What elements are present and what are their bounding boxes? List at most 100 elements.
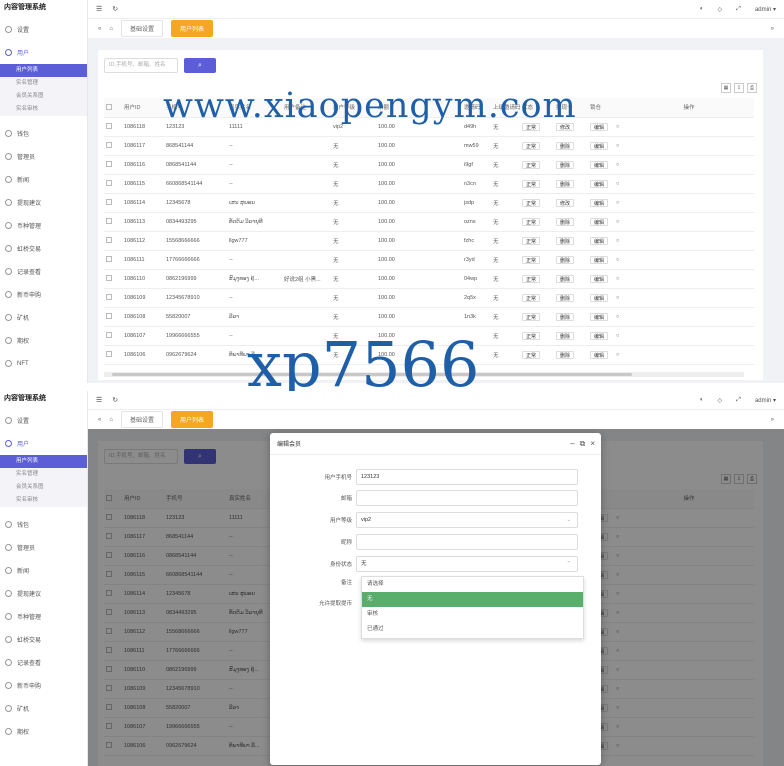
fullscreen-icon[interactable]: ⤢ — [736, 6, 741, 13]
submenu-audit[interactable]: 实名审核 — [0, 103, 87, 116]
level-select[interactable]: vip2 ⌄ — [356, 512, 578, 528]
tab-user-list[interactable]: 用户列表 — [170, 411, 213, 428]
menu-miner[interactable]: 矿机 — [0, 697, 87, 720]
email-input[interactable] — [356, 490, 578, 506]
cell-tag[interactable]: 编辑 — [590, 312, 609, 321]
menu-settings[interactable]: 设置 — [0, 18, 87, 41]
row-checkbox[interactable] — [104, 136, 122, 156]
submenu-user-list[interactable]: 用户列表 — [0, 64, 87, 77]
submenu-user-list[interactable]: 用户列表 — [0, 455, 87, 468]
menu-records[interactable]: 记录查看 — [0, 651, 87, 674]
cell-tag[interactable]: 修改 — [556, 198, 575, 207]
menu-user[interactable]: 用户 — [0, 41, 87, 64]
cell-tag[interactable]: 删除 — [556, 160, 575, 169]
cell-tag[interactable]: 删除 — [556, 141, 575, 150]
submenu-relation[interactable]: 会员关系图 — [0, 481, 87, 494]
tab-user-list[interactable]: 用户列表 — [170, 20, 213, 37]
cell-tag[interactable]: 删除 — [556, 350, 575, 359]
phone-input[interactable]: 123123 — [356, 469, 578, 485]
menu-settings[interactable]: 设置 — [0, 409, 87, 432]
row-checkbox[interactable] — [104, 174, 122, 194]
option-review[interactable]: 审核 — [362, 607, 583, 622]
nickname-input[interactable] — [356, 534, 578, 550]
menu-withdraw[interactable]: 提现建议 — [0, 582, 87, 605]
menu-wallet[interactable]: 钱包 — [0, 122, 87, 145]
cell-tag[interactable]: 删除 — [556, 179, 575, 188]
row-checkbox[interactable] — [104, 250, 122, 270]
submenu-audit[interactable]: 实名审核 — [0, 494, 87, 507]
search-button[interactable]: ⌕ — [184, 58, 216, 73]
menu-withdraw[interactable]: 提现建议 — [0, 191, 87, 214]
fullscreen-icon[interactable]: ⤢ — [736, 397, 741, 404]
print-icon[interactable]: ⎙ — [747, 83, 757, 93]
row-checkbox[interactable] — [104, 193, 122, 213]
double-left-icon[interactable]: « — [98, 26, 101, 32]
status-select[interactable]: 无 ⌃ — [356, 556, 578, 572]
cell-tag[interactable]: 删除 — [556, 331, 575, 340]
cell-tag[interactable]: 删除 — [556, 274, 575, 283]
row-checkbox[interactable] — [104, 269, 122, 289]
menu-news[interactable]: 新闻 — [0, 168, 87, 191]
user-menu[interactable]: admin ▾ — [755, 6, 776, 13]
menu-coins[interactable]: 币种管理 — [0, 214, 87, 237]
row-checkbox[interactable] — [104, 288, 122, 308]
refresh-icon[interactable]: ↻ — [112, 396, 118, 404]
hamburger-icon[interactable]: ☰ — [96, 396, 102, 404]
menu-nft[interactable]: NFT — [0, 352, 87, 375]
cell-tag[interactable]: 编辑 — [590, 217, 609, 226]
tab-base[interactable]: 基础设置 — [120, 411, 163, 428]
select-all-checkbox[interactable] — [104, 98, 122, 118]
row-checkbox[interactable] — [104, 155, 122, 175]
cell-tag[interactable]: 删除 — [556, 217, 575, 226]
menu-wallet[interactable]: 钱包 — [0, 513, 87, 536]
tag-icon[interactable]: ◇ — [718, 6, 723, 13]
search-input[interactable]: ID,手机号、邮箱、姓名 — [104, 58, 178, 73]
close-icon[interactable]: × — [590, 439, 595, 449]
cell-tag[interactable]: 编辑 — [590, 236, 609, 245]
menu-ipo[interactable]: 新币申购 — [0, 283, 87, 306]
row-checkbox[interactable] — [104, 345, 122, 365]
row-checkbox[interactable] — [104, 212, 122, 232]
submenu-realname[interactable]: 实名管理 — [0, 77, 87, 90]
cell-tag[interactable]: 编辑 — [590, 179, 609, 188]
cell-tag[interactable]: 删除 — [556, 293, 575, 302]
row-checkbox[interactable] — [104, 117, 122, 137]
cell-tag[interactable]: 编辑 — [590, 331, 609, 340]
cell-tag[interactable]: 编辑 — [590, 141, 609, 150]
menu-trade[interactable]: 虹桥交易 — [0, 237, 87, 260]
user-menu[interactable]: admin ▾ — [755, 397, 776, 404]
row-checkbox[interactable] — [104, 307, 122, 327]
cell-tag[interactable]: 删除 — [556, 255, 575, 264]
tab-base[interactable]: 基础设置 — [120, 20, 163, 37]
cell-tag[interactable]: 编辑 — [590, 198, 609, 207]
menu-options[interactable]: 期权 — [0, 720, 87, 743]
columns-icon[interactable]: ▦ — [721, 83, 731, 93]
cell-tag[interactable]: 编辑 — [590, 122, 609, 131]
minimize-icon[interactable]: – — [570, 439, 574, 449]
cell-tag[interactable]: 删除 — [556, 312, 575, 321]
cell-tag[interactable]: 编辑 — [590, 255, 609, 264]
submenu-relation[interactable]: 会员关系图 — [0, 90, 87, 103]
menu-admin[interactable]: 管理员 — [0, 536, 87, 559]
cell-tag[interactable]: 编辑 — [590, 293, 609, 302]
cell-tag[interactable]: 编辑 — [590, 274, 609, 283]
cell-tag[interactable]: 编辑 — [590, 160, 609, 169]
menu-records[interactable]: 记录查看 — [0, 260, 87, 283]
tag-icon[interactable]: ◇ — [718, 397, 723, 404]
home-icon[interactable]: ⌂ — [109, 417, 113, 423]
menu-ipo[interactable]: 新币申购 — [0, 674, 87, 697]
option-placeholder[interactable]: 请选择 — [362, 577, 583, 592]
cell-tag[interactable]: 删除 — [556, 236, 575, 245]
double-right-icon[interactable]: » — [771, 417, 774, 423]
row-checkbox[interactable] — [104, 326, 122, 346]
export-icon[interactable]: ⇩ — [734, 83, 744, 93]
menu-miner[interactable]: 矿机 — [0, 306, 87, 329]
menu-admin[interactable]: 管理员 — [0, 145, 87, 168]
cell-tag[interactable]: 编辑 — [590, 350, 609, 359]
home-icon[interactable]: ⌂ — [109, 26, 113, 32]
double-left-icon[interactable]: « — [98, 417, 101, 423]
option-passed[interactable]: 已通过 — [362, 622, 583, 637]
row-checkbox[interactable] — [104, 231, 122, 251]
option-none[interactable]: 无 — [362, 592, 583, 607]
menu-trade[interactable]: 虹桥交易 — [0, 628, 87, 651]
